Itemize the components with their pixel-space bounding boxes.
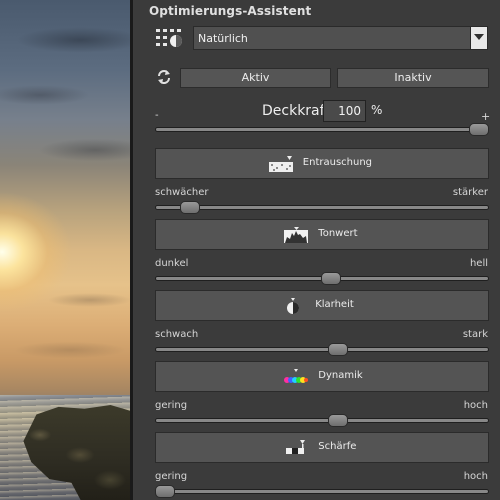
photo-preview [0, 0, 130, 500]
slider-low-label: dunkel [155, 258, 189, 269]
opacity-input[interactable]: 100 [323, 100, 366, 122]
slider-high-label: stark [462, 329, 488, 340]
contrast-icon [281, 298, 305, 314]
color-spectrum-icon [284, 369, 309, 385]
slider-thumb[interactable] [180, 201, 201, 214]
histogram-icon [284, 227, 309, 243]
section-button-0[interactable]: Entrauschung [155, 148, 489, 179]
slider-high-label: hell [469, 258, 488, 269]
slider-low-label: gering [155, 471, 188, 482]
section-button-1[interactable]: Tonwert [155, 219, 489, 250]
section-label: Tonwert [318, 228, 358, 239]
slider-track[interactable] [155, 205, 489, 210]
section-label: Klarheit [315, 299, 354, 310]
slider-low-label: gering [155, 400, 188, 411]
slider-high-label: stärker [452, 187, 488, 198]
opacity-max-symbol: + [481, 110, 491, 123]
section-button-3[interactable]: Dynamik [155, 361, 489, 392]
slider-track[interactable] [155, 347, 489, 352]
opacity-slider-thumb[interactable] [469, 123, 489, 136]
opacity-unit: % [371, 103, 383, 117]
slider-low-label: schwach [155, 329, 199, 340]
sharpness-icon [284, 440, 308, 456]
section-button-2[interactable]: Klarheit [155, 290, 489, 321]
slider-low-label: schwächer [155, 187, 209, 198]
slider-thumb[interactable] [327, 343, 348, 356]
slider-track[interactable] [155, 489, 489, 494]
opacity-label: Deckkraft [262, 103, 330, 119]
slider-high-label: hoch [463, 471, 488, 482]
slider-high-label: hoch [463, 400, 488, 411]
opacity-slider-track[interactable] [155, 127, 489, 132]
slider-thumb[interactable] [321, 272, 342, 285]
section-label: Dynamik [318, 370, 363, 381]
slider-track[interactable] [155, 418, 489, 423]
chevron-down-icon[interactable] [470, 27, 487, 49]
inactive-button[interactable]: Inaktiv [337, 68, 489, 88]
preset-dropdown[interactable]: Natürlich [193, 26, 488, 50]
section-label: Schärfe [318, 441, 357, 452]
section-button-4[interactable]: Schärfe [155, 432, 489, 463]
active-button[interactable]: Aktiv [180, 68, 331, 88]
panel-title: Optimierungs-Assistent [149, 4, 312, 18]
reset-icon[interactable] [155, 68, 173, 86]
section-label: Entrauschung [302, 157, 373, 168]
opacity-min-symbol: - [155, 110, 159, 121]
noise-icon [268, 156, 293, 172]
preset-value: Natürlich [198, 32, 248, 45]
slider-thumb[interactable] [327, 414, 348, 427]
slider-thumb[interactable] [155, 485, 175, 498]
preset-grid-icon[interactable] [155, 27, 185, 49]
